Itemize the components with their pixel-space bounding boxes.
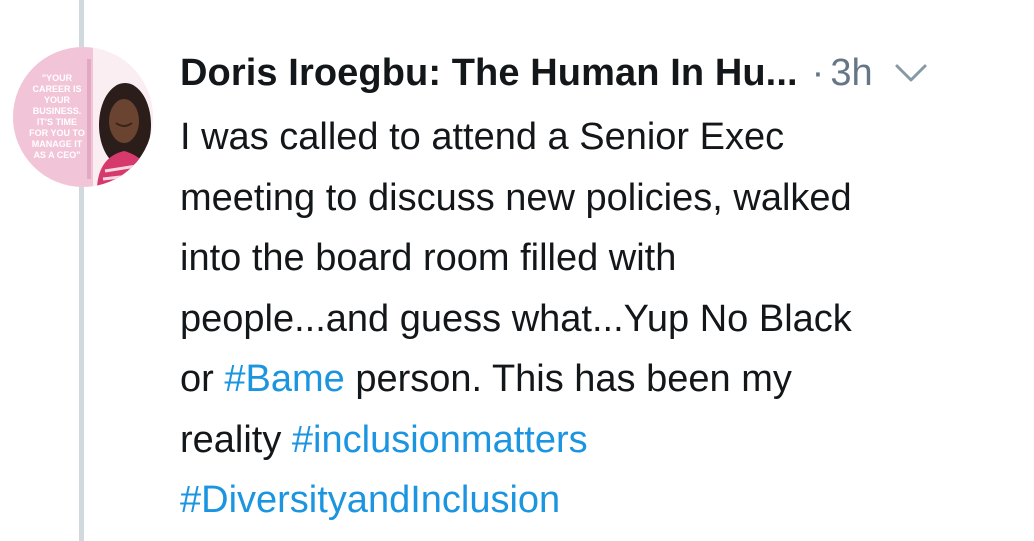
tweet-text-line: meeting to discuss new policies, walked — [180, 176, 852, 219]
chevron-down-icon[interactable] — [893, 61, 929, 85]
tweet-text-line: into the board room filled with — [180, 237, 677, 279]
avatar-image: "YOURCAREER ISYOURBUSINESS.IT'S TIMEFOR … — [13, 47, 153, 187]
avatar-quote-line: "YOUR — [42, 73, 73, 83]
tweet-text-line: reality #inclusionmatters — [180, 410, 1020, 471]
text-segment: or — [180, 358, 225, 400]
timestamp[interactable]: 3h — [830, 52, 872, 95]
hashtag-diversityandinclusion-link[interactable]: #DiversityandInclusion — [180, 479, 560, 521]
tweet-card[interactable]: "YOUR CAREER IS YOUR BUSINESS. IT'S TIME FOR … — [0, 0, 1034, 541]
avatar-quote: "YOURCAREER ISYOURBUSINESS.IT'S TIMEFOR … — [29, 73, 85, 160]
avatar-quote-line: IT'S TIME — [37, 117, 77, 127]
tweet-text-line: I was called to attend a Senior Exec — [180, 116, 785, 158]
avatar-quote-line: BUSINESS. — [33, 106, 82, 116]
tweet-text-line: #DiversityandInclusion — [180, 470, 1020, 531]
avatar-quote-line: FOR YOU TO — [29, 128, 85, 138]
avatar[interactable]: "YOUR CAREER IS YOUR BUSINESS. IT'S TIME FOR … — [13, 47, 153, 187]
separator-dot: · — [811, 51, 825, 94]
tweet-text-line: people...and guess what...Yup No Black — [180, 297, 852, 340]
author-name[interactable]: Doris Iroegbu: The Human In Hu... — [180, 52, 798, 95]
hashtag-bame-link[interactable]: #Bame — [224, 358, 344, 400]
tweet-header: Doris Iroegbu: The Human In Hu... · 3h — [180, 47, 1030, 99]
avatar-quote-line: AS A CEO" — [33, 150, 80, 160]
avatar-quote-line: CAREER IS — [32, 84, 81, 94]
avatar-quote-line: MANAGE IT — [32, 139, 83, 149]
avatar-quote-line: YOUR — [44, 95, 71, 105]
tweet-text: I was called to attend a Senior Exec mee… — [180, 107, 1020, 531]
hashtag-inclusionmatters-link[interactable]: #inclusionmatters — [292, 419, 588, 461]
text-segment: person. This has been my — [344, 358, 792, 400]
text-segment: reality — [180, 418, 292, 461]
tweet-text-line: or #Bame person. This has been my — [180, 349, 1020, 410]
